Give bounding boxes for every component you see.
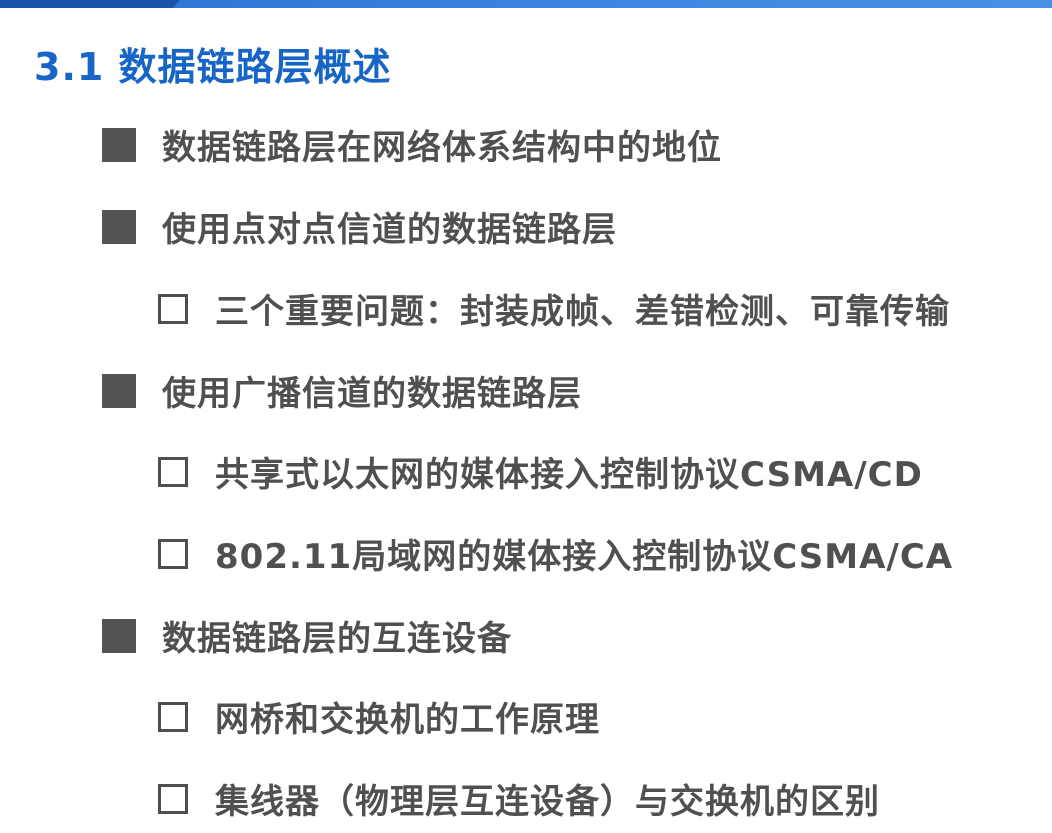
outline-item-4: 数据链路层的互连设备 <box>102 611 512 660</box>
outline-item-text: 数据链路层在网络体系结构中的地位 <box>162 128 722 168</box>
hollow-square-bullet-icon <box>158 293 188 324</box>
outline-item-text: 集线器（物理层互连设备）与交换机的区别 <box>215 782 880 822</box>
filled-square-bullet-icon <box>102 373 136 408</box>
outline-subitem-5: 集线器（物理层互连设备）与交换机的区别 <box>158 774 880 823</box>
outline-item-text: 三个重要问题：封装成帧、差错检测、可靠传输 <box>215 292 950 332</box>
outline-list: 数据链路层在网络体系结构中的地位 使用点对点信道的数据链路层 三个重要问题：封装… <box>0 0 1052 833</box>
outline-item-2: 使用点对点信道的数据链路层 <box>102 202 617 251</box>
outline-item-text: 使用点对点信道的数据链路层 <box>162 210 617 250</box>
outline-item-text: 共享式以太网的媒体接入控制协议CSMA/CD <box>215 455 923 495</box>
outline-item-text: 使用广播信道的数据链路层 <box>162 374 582 414</box>
outline-subitem-2: 共享式以太网的媒体接入控制协议CSMA/CD <box>158 447 923 496</box>
hollow-square-bullet-icon <box>158 783 188 814</box>
outline-item-text: 网桥和交换机的工作原理 <box>215 700 600 740</box>
hollow-square-bullet-icon <box>158 701 188 732</box>
filled-square-bullet-icon <box>102 209 136 244</box>
outline-item-text: 802.11局域网的媒体接入控制协议CSMA/CA <box>215 537 954 577</box>
outline-item-text: 数据链路层的互连设备 <box>162 619 512 659</box>
outline-subitem-3: 802.11局域网的媒体接入控制协议CSMA/CA <box>158 529 953 578</box>
outline-subitem-1: 三个重要问题：封装成帧、差错检测、可靠传输 <box>158 284 950 333</box>
filled-square-bullet-icon <box>102 618 136 653</box>
hollow-square-bullet-icon <box>158 456 188 487</box>
outline-subitem-4: 网桥和交换机的工作原理 <box>158 692 600 741</box>
outline-item-3: 使用广播信道的数据链路层 <box>102 366 582 415</box>
hollow-square-bullet-icon <box>158 538 188 569</box>
outline-item-1: 数据链路层在网络体系结构中的地位 <box>102 120 722 169</box>
filled-square-bullet-icon <box>102 127 136 162</box>
